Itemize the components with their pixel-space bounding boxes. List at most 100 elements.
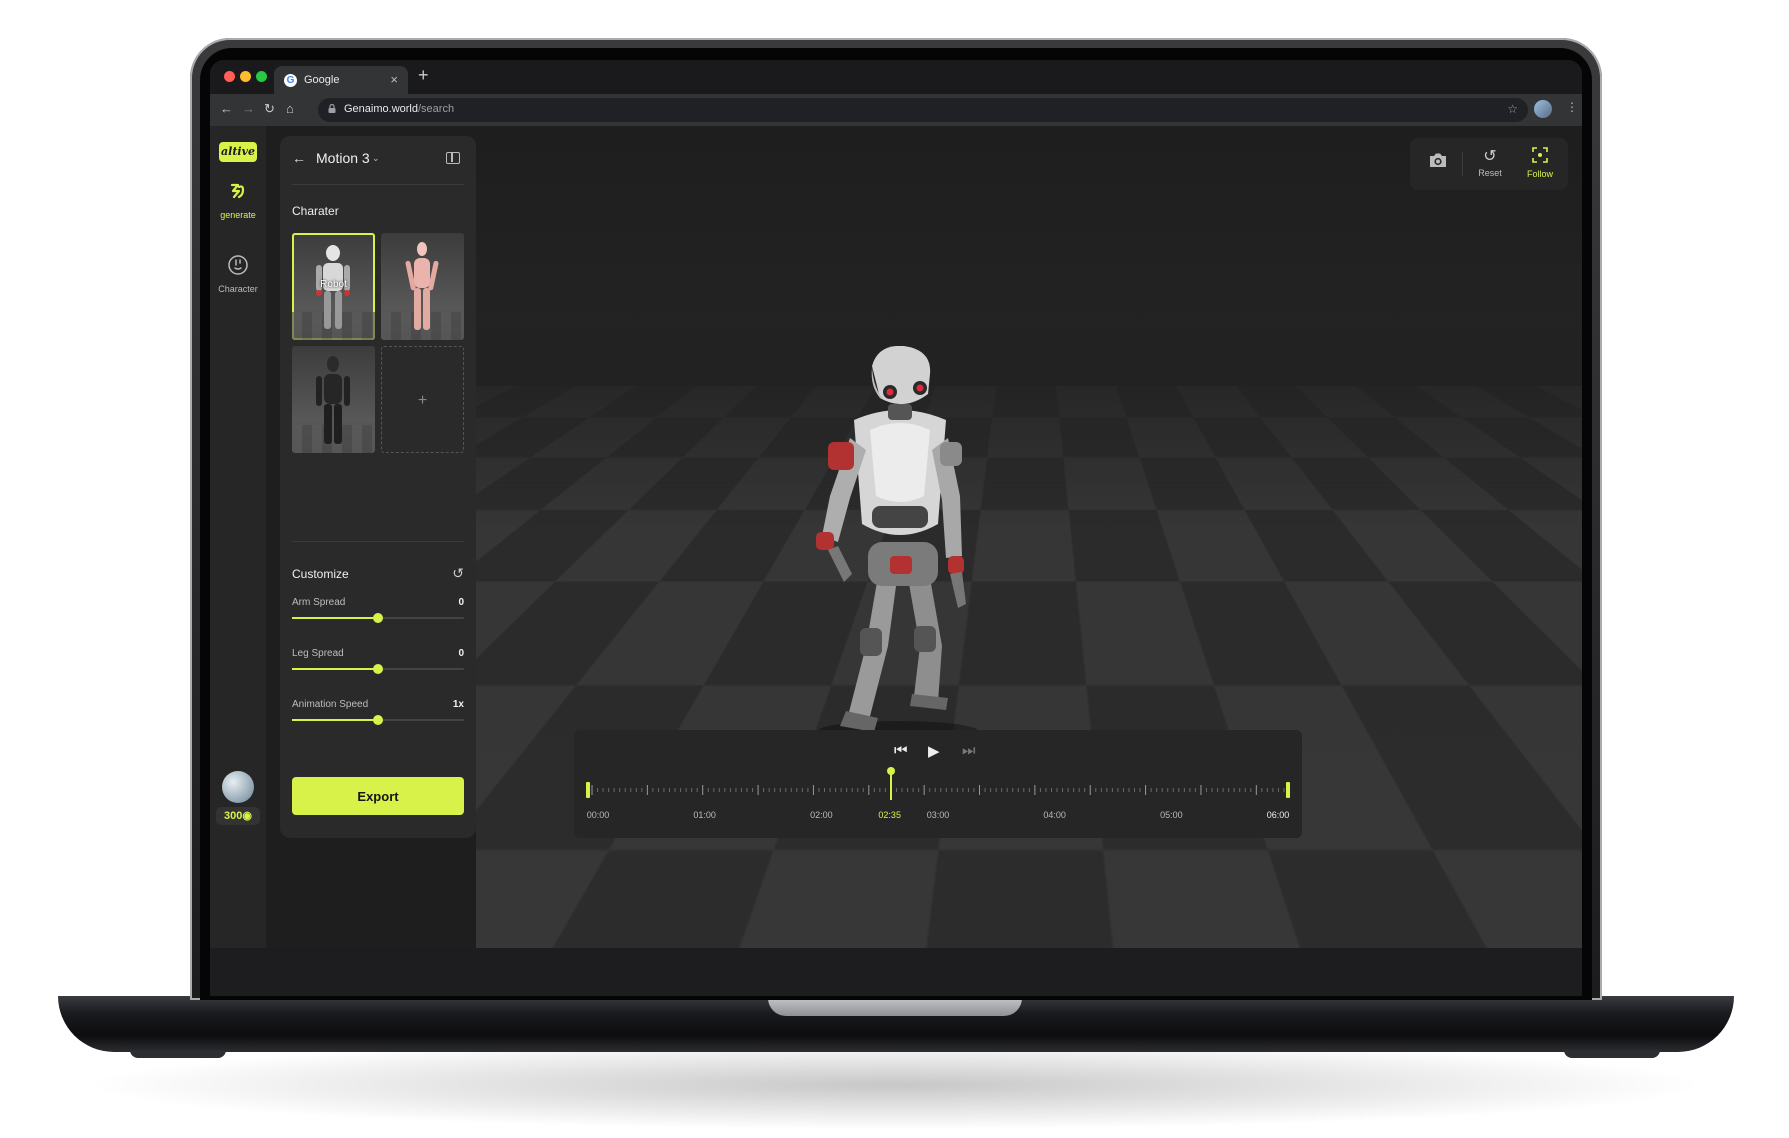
timeline-start-marker[interactable] (586, 782, 590, 798)
skip-forward-icon[interactable]: ⏭ (962, 742, 976, 759)
character-thumb-mannequin-dark[interactable] (292, 346, 375, 453)
browser-menu-icon[interactable]: ⋮ (1566, 100, 1578, 114)
url-domain: Genaimo.world (344, 103, 418, 115)
separator (1462, 152, 1463, 176)
slider-label: Animation Speed (292, 699, 369, 710)
laptop-foot-right (1564, 1050, 1660, 1058)
screenshot-button[interactable] (1416, 152, 1460, 173)
divider (292, 184, 464, 185)
laptop-shadow (80, 1040, 1710, 1130)
sidebar-toggle-icon[interactable] (446, 152, 460, 164)
motion-panel: ← Motion 3 ⌄ Charater Robot + Customize … (280, 136, 476, 838)
profile-avatar-icon[interactable] (1534, 100, 1552, 118)
slider-animation-speed: Animation Speed 1x (292, 699, 464, 739)
cam-label: Reset (1478, 168, 1502, 178)
slider-handle[interactable] (373, 613, 383, 623)
google-favicon-icon: G (284, 74, 297, 87)
timeline: ⏮ ▶ ⏭ 00:00 01:00 02:00 03:00 04:00 05:00 06:0… (574, 730, 1302, 838)
dark-mannequin-figure-icon (316, 356, 350, 444)
character-thumb-mannequin-pink[interactable] (381, 233, 464, 340)
motion-title[interactable]: Motion 3 (316, 150, 370, 166)
timeline-time-label: 05:00 (1160, 810, 1183, 820)
browser-toolbar: ← → ↻ ⌂ Genaimo.world/search ☆ ⋮ (210, 94, 1582, 126)
browser-tabbar: G Google × + (210, 60, 1582, 94)
coin-icon: ◉ (242, 810, 252, 822)
url-text: Genaimo.world/search (344, 103, 454, 115)
rail-item-character[interactable]: Character (210, 254, 266, 294)
timeline-time-label: 00:00 (586, 810, 610, 820)
reset-customize-icon[interactable]: ↺ (452, 565, 464, 582)
chevron-down-icon[interactable]: ⌄ (372, 153, 380, 164)
slider-leg-spread: Leg Spread 0 (292, 648, 464, 688)
timeline-ticks[interactable] (588, 782, 1288, 798)
slider-label: Arm Spread (292, 597, 346, 608)
back-arrow-icon[interactable]: ← (220, 101, 233, 116)
slider-track[interactable] (292, 664, 464, 674)
nav-rail: altive generate Character 300◉ (210, 126, 266, 948)
divider (292, 541, 464, 542)
skip-back-icon[interactable]: ⏮ (894, 742, 908, 759)
camera-toolbar: ↺ Reset Follow (1410, 138, 1568, 190)
timeline-time-label: 01:00 (693, 810, 716, 820)
camera-icon (1430, 153, 1446, 167)
follow-icon (1532, 147, 1548, 163)
slider-track[interactable] (292, 715, 464, 725)
timeline-time-label: 02:00 (810, 810, 833, 820)
slider-handle[interactable] (373, 715, 383, 725)
lock-icon (328, 104, 336, 113)
slider-track[interactable] (292, 613, 464, 623)
cam-label: Follow (1526, 169, 1553, 179)
timeline-time-label: 04:00 (1043, 810, 1066, 820)
reset-camera-button[interactable]: ↺ Reset (1468, 146, 1512, 178)
section-title: Charater (292, 204, 339, 218)
character-thumb-robot[interactable]: Robot (292, 233, 375, 340)
timeline-end-marker[interactable] (1286, 782, 1290, 798)
slider-value: 1x (452, 699, 464, 710)
laptop-foot-left (130, 1050, 226, 1058)
slider-handle[interactable] (373, 664, 383, 674)
thumb-label: Robot (320, 279, 347, 290)
slider-label: Leg Spread (292, 648, 344, 659)
timeline-time-label: 06:00 (1266, 810, 1290, 820)
browser-tab[interactable]: G Google × (274, 66, 408, 94)
3d-viewport[interactable]: ↺ Reset Follow ⏮ ▶ ⏭ 00:00 01:00 02:00 0… (476, 126, 1582, 948)
export-button[interactable]: Export (292, 777, 464, 815)
credits-count: 300 (224, 810, 243, 822)
follow-camera-button[interactable]: Follow (1518, 146, 1562, 179)
rail-item-label: generate (220, 210, 256, 220)
reset-icon: ↺ (1483, 148, 1497, 165)
wave-icon (230, 183, 245, 199)
forward-arrow-icon[interactable]: → (242, 101, 255, 116)
reload-icon[interactable]: ↻ (264, 101, 275, 117)
floor-fade (476, 326, 1582, 526)
play-icon[interactable]: ▶ (928, 742, 940, 760)
minimize-window-button[interactable] (240, 71, 251, 82)
close-window-button[interactable] (224, 71, 235, 82)
current-time-label: 02:35 (878, 810, 901, 820)
rail-item-label: Character (218, 284, 258, 294)
slider-fill (292, 668, 378, 670)
playhead[interactable] (886, 767, 895, 800)
screen: G Google × + ← → ↻ ⌂ Genaimo.world/searc… (210, 60, 1582, 948)
close-tab-icon[interactable]: × (390, 72, 398, 87)
slider-value: 0 (458, 648, 464, 659)
customize-title: Customize (292, 567, 349, 581)
home-icon[interactable]: ⌂ (286, 101, 294, 116)
slider-fill (292, 719, 378, 721)
face-icon (228, 255, 248, 275)
user-avatar[interactable] (222, 771, 254, 803)
maximize-window-button[interactable] (256, 71, 267, 82)
back-arrow-icon[interactable]: ← (292, 150, 306, 166)
mannequin-figure-icon (405, 242, 439, 330)
address-bar[interactable]: Genaimo.world/search ☆ (318, 98, 1528, 122)
add-character-button[interactable]: + (381, 346, 464, 453)
robot-model (816, 346, 978, 741)
logo[interactable]: altive (219, 142, 257, 162)
panel-header: ← Motion 3 ⌄ (292, 148, 464, 176)
bookmark-star-icon[interactable]: ☆ (1507, 102, 1518, 116)
credits-badge[interactable]: 300◉ (216, 807, 260, 825)
rail-item-generate[interactable]: generate (210, 180, 266, 220)
new-tab-button[interactable]: + (418, 65, 429, 86)
tab-title: Google (304, 74, 340, 86)
timeline-time-label: 03:00 (926, 810, 950, 820)
